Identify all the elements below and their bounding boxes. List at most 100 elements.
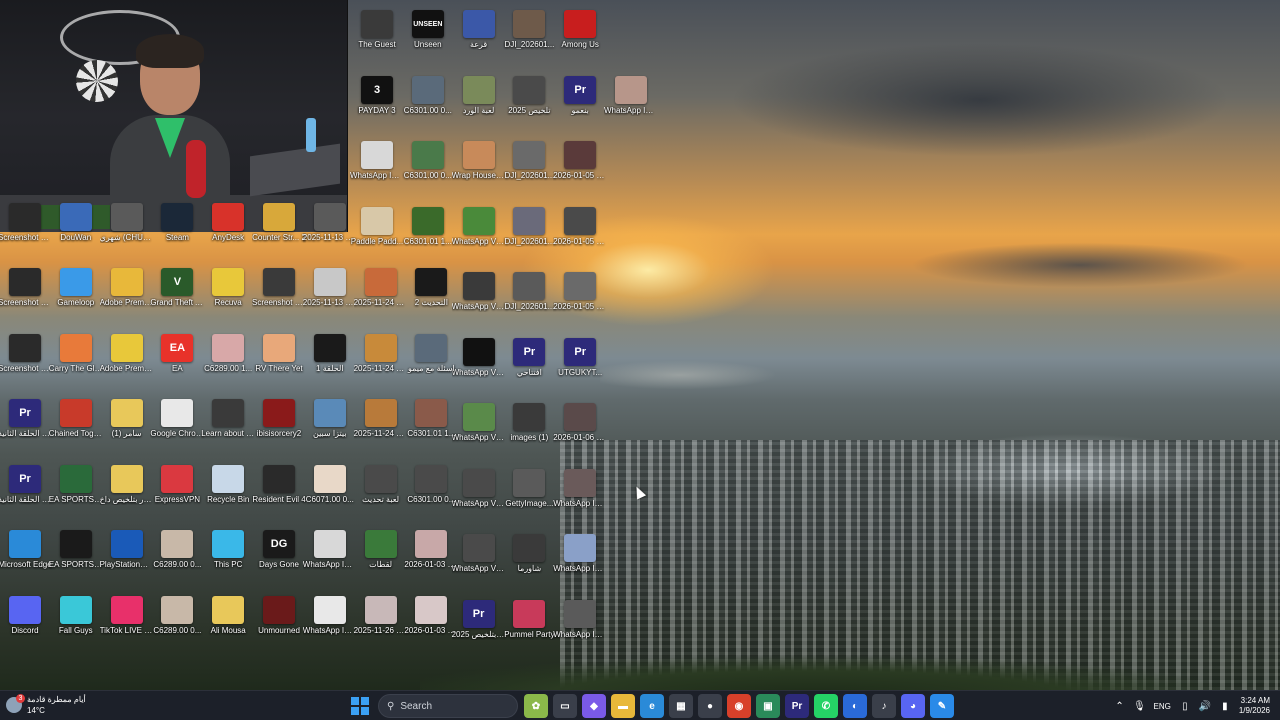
- desktop-icon[interactable]: 2025-11-26 00-55-28.00...: [354, 594, 408, 656]
- desktop-icon[interactable]: This PC: [201, 528, 255, 590]
- desktop-icon[interactable]: 2026-01-03 22-10-12.00...: [404, 528, 458, 590]
- desktop-icon[interactable]: C6301.00 0...: [401, 74, 455, 136]
- desktop-icon[interactable]: ibisisorcery2: [252, 397, 306, 459]
- desktop-icon[interactable]: Pr افتتاحي: [502, 336, 556, 398]
- desktop-icon[interactable]: 2025-11-13 20-50-14.00...: [303, 266, 357, 328]
- taskbar-search[interactable]: ⚲ Search: [378, 694, 518, 718]
- desktop-icon[interactable]: Gameloop: [49, 266, 103, 328]
- desktop-icon[interactable]: Pr بنعمو: [553, 74, 607, 136]
- premiere-icon[interactable]: Pr: [785, 694, 809, 718]
- desktop-icon[interactable]: Screenshot 2025-10-...: [0, 201, 52, 263]
- discord-icon[interactable]: ◕: [901, 694, 925, 718]
- desktop-icon[interactable]: GettyImage...: [502, 467, 556, 529]
- edge-icon[interactable]: e: [640, 694, 664, 718]
- desktop-icon[interactable]: WhatsApp Image 2025...: [303, 528, 357, 590]
- desktop-icon[interactable]: Pr UTGUKYT...: [553, 336, 607, 398]
- desktop-icon[interactable]: EA SPORTS FC™ 25: [49, 463, 103, 525]
- desktop-icon[interactable]: WhatsApp Image 2025...: [350, 139, 404, 201]
- desktop-icon[interactable]: C6301.01 1...: [404, 397, 458, 459]
- desktop-icon[interactable]: C6289.00 1...: [201, 332, 255, 394]
- desktop-icon[interactable]: DG Days Gone: [252, 528, 306, 590]
- volume-icon[interactable]: 🔊: [1199, 700, 1211, 712]
- desktop-icon[interactable]: Ali Mousa: [201, 594, 255, 656]
- desktop-icon[interactable]: DJI_202601...: [502, 270, 556, 332]
- desktop-icon[interactable]: بيتزا سبين: [303, 397, 357, 459]
- desktop-icon[interactable]: WhatsApp Image 2026...: [604, 74, 658, 136]
- desktop-icon[interactable]: 2025 تلخيص: [502, 74, 556, 136]
- desktop-icon[interactable]: AnyDesk: [201, 201, 255, 263]
- desktop-icon[interactable]: Chained Together: [49, 397, 103, 459]
- desktop-icon[interactable]: 2026-01-05 00-47-14.00...: [553, 139, 607, 201]
- browser-icon[interactable]: ◐: [843, 694, 867, 718]
- desktop-icon[interactable]: EA SPORTS FC™ 26: [49, 528, 103, 590]
- desktop-icon[interactable]: Counter Str... 2: [252, 201, 306, 263]
- network-icon[interactable]: ▯: [1179, 700, 1191, 712]
- desktop-icon[interactable]: DJI_202601...: [502, 205, 556, 267]
- store-icon[interactable]: ▦: [669, 694, 693, 718]
- desktop-icon[interactable]: Paddle Padd...: [350, 205, 404, 267]
- desktop-icon[interactable]: Learn about this picture: [201, 397, 255, 459]
- desktop-icon[interactable]: TikTok LIVE Studio: [100, 594, 154, 656]
- desktop-icon[interactable]: C6071.00 0...: [303, 463, 357, 525]
- music-icon[interactable]: ♪: [872, 694, 896, 718]
- desktop-icon[interactable]: WhatsApp Image 2026...: [553, 598, 607, 660]
- desktop-icon[interactable]: WhatsApp Video 2026...: [452, 336, 506, 398]
- desktop-icon[interactable]: Recycle Bin: [201, 463, 255, 525]
- desktop-icon[interactable]: شاورما: [502, 532, 556, 594]
- whatsapp-icon[interactable]: ✆: [814, 694, 838, 718]
- desktop-icon[interactable]: 2025-11-13 20-50-14.00...: [303, 201, 357, 263]
- desktop-icon[interactable]: DouWan: [49, 201, 103, 263]
- desktop-icon[interactable]: Google Chrome: [150, 397, 204, 459]
- desktop-icon[interactable]: WhatsApp Video 2026...: [452, 401, 506, 463]
- desktop-icon[interactable]: Wrap House Simulator©: [452, 139, 506, 201]
- battery-icon[interactable]: ▮: [1219, 700, 1231, 712]
- language-indicator[interactable]: ENG: [1154, 702, 1171, 711]
- desktop-icon[interactable]: اسئلة مع ميمو: [404, 332, 458, 394]
- desktop-icon[interactable]: 2026-01-06 23-02-47.00...: [553, 401, 607, 463]
- desktop-icon[interactable]: Unmourned: [252, 594, 306, 656]
- desktop-icon[interactable]: الحلقة 1: [303, 332, 357, 394]
- desktop-icon[interactable]: V Grand Theft Auto V: [150, 266, 204, 328]
- desktop-icon[interactable]: WhatsApp Video 2026...: [452, 467, 506, 529]
- widgets-icon[interactable]: ✿: [524, 694, 548, 718]
- chevron-up-icon[interactable]: ⌃: [1114, 700, 1126, 712]
- obs-icon[interactable]: ▣: [756, 694, 780, 718]
- desktop-icon[interactable]: Screenshot 2025-10-...: [0, 266, 52, 328]
- desktop-icon[interactable]: ExpressVPN: [150, 463, 204, 525]
- desktop-icon[interactable]: Adobe Premiere P...: [100, 332, 154, 394]
- desktop-icon[interactable]: Among Us: [553, 8, 607, 70]
- desktop-icon[interactable]: RV There Yet: [252, 332, 306, 394]
- desktop-icon[interactable]: WhatsApp Image 2025...: [303, 594, 357, 656]
- start-button[interactable]: [348, 694, 372, 718]
- task-view-icon[interactable]: ▭: [553, 694, 577, 718]
- desktop-icon[interactable]: EA EA: [150, 332, 204, 394]
- desktop-icon[interactable]: Screenshot 2025-11-...: [252, 266, 306, 328]
- desktop-icon[interactable]: Recuva: [201, 266, 255, 328]
- desktop-icon[interactable]: 2025-11-24 03-24-12.00...: [354, 397, 408, 459]
- desktop-icon[interactable]: قرعة: [452, 8, 506, 70]
- location-icon[interactable]: ●: [698, 694, 722, 718]
- desktop-icon[interactable]: 3 PAYDAY 3: [350, 74, 404, 136]
- desktop-icon[interactable]: 2026-01-05 00-47-14.02...: [553, 205, 607, 267]
- desktop-icon[interactable]: C6301.00 0...: [404, 463, 458, 525]
- weather-widget[interactable]: 3 أيام ممطرة قادمة 14°C: [6, 694, 86, 716]
- desktop-icon[interactable]: Pr لعبة الخيار الحلقة الثانية: [0, 463, 52, 525]
- desktop-icon[interactable]: WhatsApp Video 2026...: [452, 205, 506, 267]
- desktop-icon[interactable]: لعبة الورد: [452, 74, 506, 136]
- desktop-icon[interactable]: 2026-01-05 00-47-14.01...: [553, 270, 607, 332]
- desktop-icon[interactable]: لعبة تحديث: [354, 463, 408, 525]
- desktop-icon[interactable]: Microsoft Edge: [0, 528, 52, 590]
- desktop-icon[interactable]: WhatsApp Image 2026...: [553, 467, 607, 529]
- desktop-icon[interactable]: 2025-11-24 03-24-12.00...: [354, 266, 408, 328]
- file-explorer-icon[interactable]: ▬: [611, 694, 635, 718]
- paint-icon[interactable]: ✎: [930, 694, 954, 718]
- desktop-icon[interactable]: Carry The Glass: [49, 332, 103, 394]
- desktop-icon[interactable]: DJI_202601...: [502, 139, 556, 201]
- chrome-icon[interactable]: ◉: [727, 694, 751, 718]
- copilot-icon[interactable]: ◆: [582, 694, 606, 718]
- desktop-icon[interactable]: UNSEEN Unseen: [401, 8, 455, 70]
- desktop-icon[interactable]: Pr لعبة الخيار الحلقة الثانية: [0, 397, 52, 459]
- desktop-icon[interactable]: C6289.00 0...: [150, 528, 204, 590]
- clock[interactable]: 3:24 AM 1/9/2026: [1239, 696, 1270, 716]
- desktop-icon[interactable]: Fall Guys: [49, 594, 103, 656]
